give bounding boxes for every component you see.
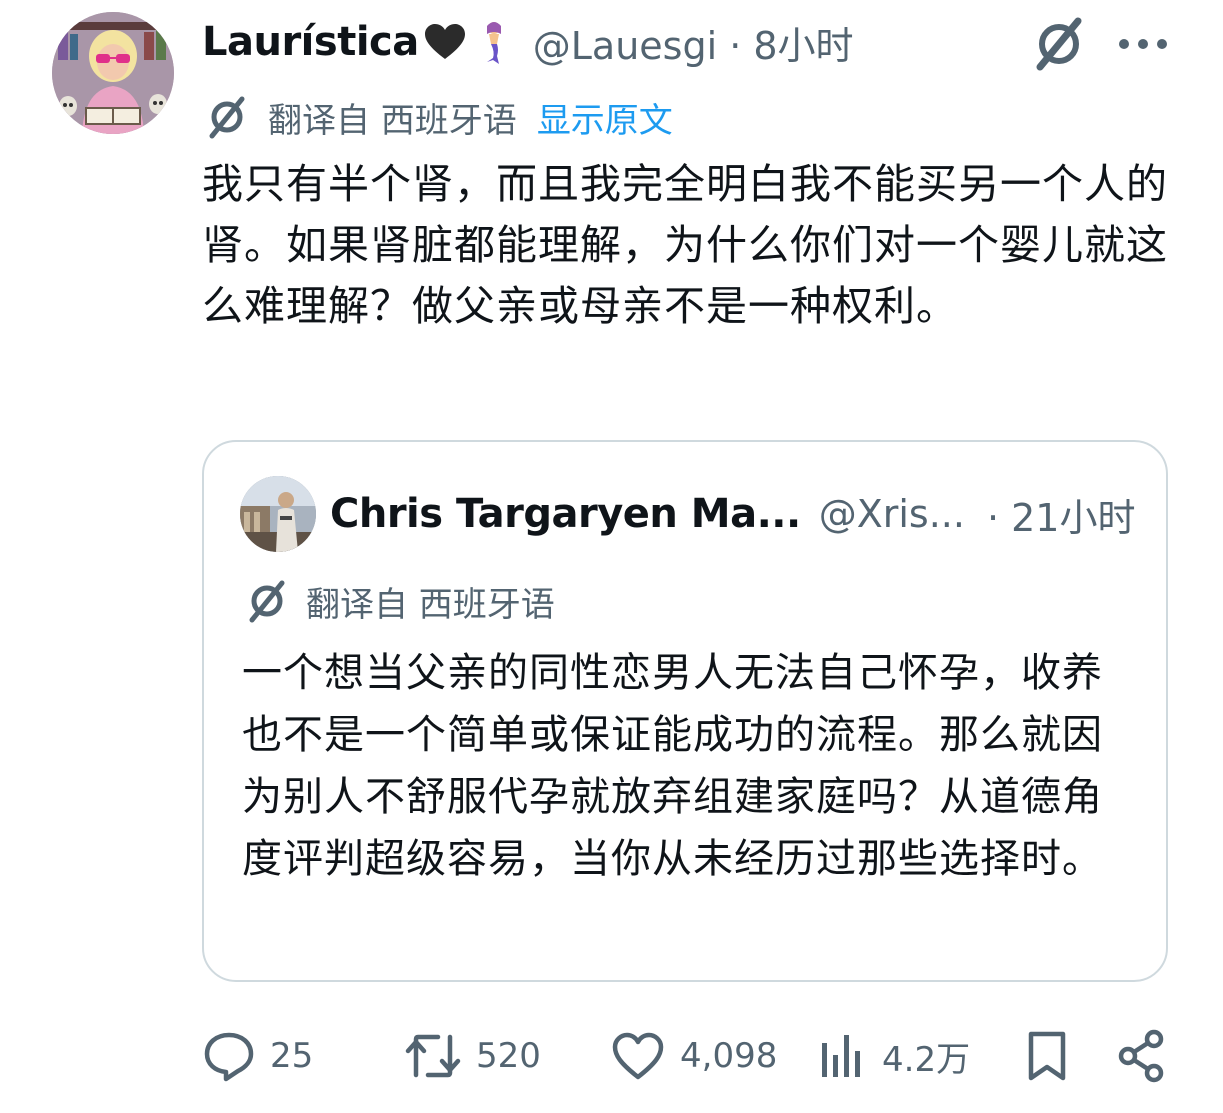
quote-author-handle[interactable]: @Xris...: [819, 492, 965, 536]
repost-icon: [405, 1034, 461, 1078]
black-heart-icon: [424, 24, 465, 59]
view-count: 4.2万: [882, 1039, 971, 1080]
grok-icon[interactable]: [1030, 15, 1088, 73]
views-chart-icon: [822, 1035, 860, 1077]
post-text: 我只有半个肾，而且我完全明白我不能买另一个人的肾。如果肾脏都能理解，为什么你们对…: [202, 160, 1168, 330]
author-name[interactable]: Laurística: [202, 19, 419, 65]
post-header: Laurística @Lauesgi · 8小时: [202, 14, 854, 70]
quoted-post[interactable]: Chris Targaryen Ma... @Xris... · 21小时 翻译…: [202, 440, 1168, 982]
avatar-illustration: [52, 12, 174, 134]
repost-count: 520: [476, 1036, 541, 1076]
like-button[interactable]: 4,098: [610, 1026, 777, 1086]
repost-button[interactable]: 520: [404, 1026, 541, 1086]
quote-author-avatar[interactable]: [240, 476, 316, 552]
author-avatar[interactable]: [52, 12, 174, 134]
action-bar: 25 520 4,098 4.2万: [0, 1018, 1223, 1094]
views-button[interactable]: 4.2万: [818, 1026, 970, 1086]
more-options-icon[interactable]: [1118, 38, 1168, 50]
show-original-link[interactable]: 显示原文: [537, 93, 673, 142]
quote-header: Chris Targaryen Ma... @Xris... · 21小时: [330, 486, 1135, 542]
share-button[interactable]: [1116, 1026, 1168, 1086]
reply-icon: [204, 1032, 254, 1082]
like-count: 4,098: [680, 1036, 778, 1076]
reply-count: 25: [270, 1036, 314, 1076]
reply-button[interactable]: 25: [202, 1026, 313, 1086]
grok-translate-icon: [209, 96, 245, 139]
quote-time[interactable]: · 21小时: [987, 487, 1136, 542]
quote-text: 一个想当父亲的同性恋男人无法自己怀孕，收养也不是一个简单或保证能成功的流程。那么…: [242, 650, 1103, 882]
grok-translate-icon: [249, 580, 285, 623]
author-handle-time[interactable]: @Lauesgi · 8小时: [533, 15, 854, 70]
share-icon: [1118, 1029, 1164, 1083]
translated-from-label: 翻译自 西班牙语: [268, 100, 517, 141]
quote-avatar-photo: [240, 476, 316, 552]
mermaid-icon: [486, 22, 501, 64]
quote-author-name[interactable]: Chris Targaryen Ma...: [330, 491, 801, 537]
bookmark-button[interactable]: [1024, 1026, 1070, 1086]
quote-translated-from-label: 翻译自 西班牙语: [306, 584, 555, 625]
quote-translation-notice: 翻译自 西班牙语: [244, 578, 555, 625]
bookmark-icon: [1028, 1031, 1066, 1081]
translation-notice: 翻译自 西班牙语 显示原文: [204, 93, 673, 142]
heart-icon: [612, 1032, 664, 1080]
